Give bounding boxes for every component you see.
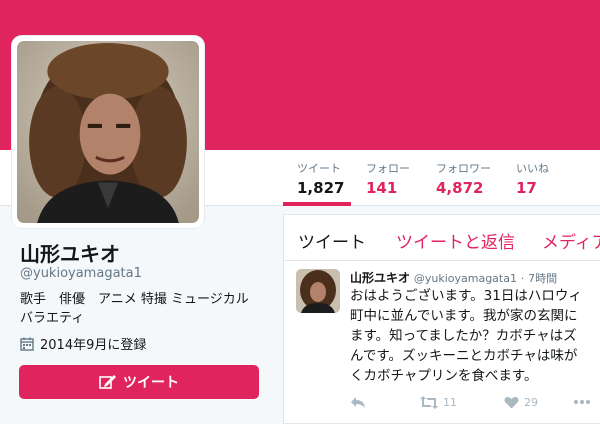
like-count: 29 (524, 395, 538, 409)
tab-tweets[interactable]: ツイート (298, 228, 366, 253)
stat-likes-label: いいね (516, 162, 549, 175)
tweet-line: ます。知ってましたか？カボチャはズ (350, 328, 577, 344)
bio-line: バラエティ (20, 311, 85, 326)
tab-tweets-and-replies[interactable]: ツイートと返信 (396, 228, 515, 253)
timeline: ツイート ツイートと返信 メディア 山形ユキオ @yukioyamagata1 … (283, 214, 600, 424)
joined-text: 2014年9月に登録 (40, 338, 147, 353)
reply-button[interactable] (350, 395, 420, 409)
tweet-text: おはようございます。31日はハロウィ 町中に並んでいます。我が家の玄関に ます。… (350, 286, 600, 386)
compose-icon (99, 375, 116, 389)
bio-line: 歌手 俳優 アニメ 特撮 ミュージカル (20, 292, 249, 307)
stat-tweets-label: ツイート (297, 162, 341, 175)
stat-following-value: 141 (366, 179, 398, 197)
more-icon (574, 400, 590, 404)
calendar-icon (20, 337, 34, 351)
retweet-count: 11 (443, 395, 457, 409)
active-stat-indicator (283, 202, 351, 206)
avatar-photo (17, 41, 199, 223)
tweet-line: おはようございます。31日はハロウィ (350, 288, 582, 304)
tweet-actions: 11 29 (350, 395, 590, 409)
stat-followers-label: フォロワー (436, 162, 491, 175)
stat-following[interactable]: フォロー 141 (366, 160, 410, 197)
tweet-to-button[interactable]: ツイート (19, 365, 259, 399)
tweet-author-name[interactable]: 山形ユキオ (350, 271, 410, 285)
tweet-dot: · (520, 272, 525, 285)
tweet-button-label: ツイート (123, 375, 179, 391)
stat-tweets-value: 1,827 (297, 179, 345, 197)
profile-bio: 歌手 俳優 アニメ 特撮 ミュージカル バラエティ (20, 290, 270, 328)
tweet-time[interactable]: 7時間 (528, 272, 557, 285)
stat-likes[interactable]: いいね 17 (516, 160, 549, 197)
profile-avatar[interactable] (12, 36, 204, 228)
more-button[interactable] (574, 400, 590, 404)
stat-following-label: フォロー (366, 162, 410, 175)
joined-date: 2014年9月に登録 (20, 334, 146, 353)
tweet-author-handle[interactable]: @yukioyamagata1 (414, 272, 517, 285)
profile-handle[interactable]: @yukioyamagata1 (20, 266, 142, 281)
profile-name[interactable]: 山形ユキオ (20, 238, 120, 267)
stat-tweets[interactable]: ツイート 1,827 (297, 160, 344, 197)
retweet-button[interactable]: 11 (420, 395, 504, 409)
stat-likes-value: 17 (516, 179, 537, 197)
tweet-line: 町中に並んでいます。我が家の玄関に (350, 308, 578, 324)
timeline-tabs: ツイート ツイートと返信 メディア (284, 215, 600, 261)
stat-followers[interactable]: フォロワー 4,872 (436, 160, 491, 197)
tweet-line: くカボチャプリンを食べます。 (350, 368, 538, 384)
reply-icon (351, 397, 365, 408)
stat-followers-value: 4,872 (436, 179, 484, 197)
tab-media[interactable]: メディア (542, 228, 600, 253)
retweet-icon (420, 395, 438, 409)
tweet-avatar[interactable] (296, 269, 340, 313)
heart-icon (504, 396, 519, 408)
tweet-line: んです。ズッキーニとカボチャは味が (350, 348, 578, 364)
like-button[interactable]: 29 (504, 396, 574, 409)
tweet-header: 山形ユキオ @yukioyamagata1 · 7時間 (350, 269, 557, 286)
